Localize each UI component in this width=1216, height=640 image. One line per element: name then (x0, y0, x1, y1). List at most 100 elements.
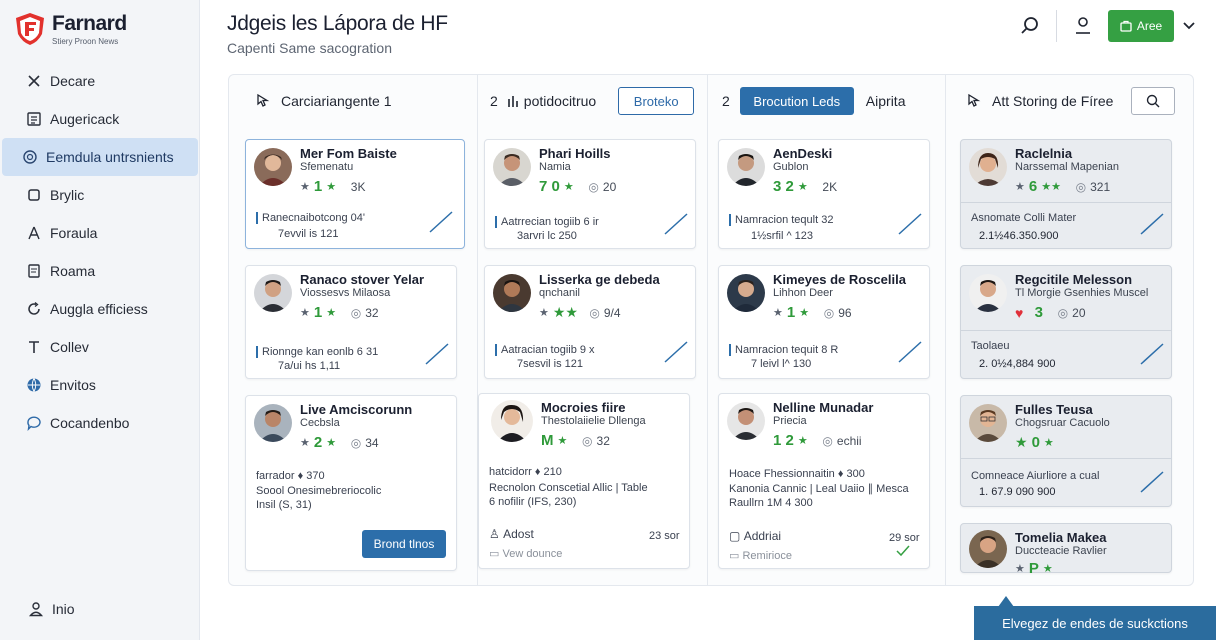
card-action-button[interactable]: Brond tlnos (362, 530, 446, 558)
pointer-icon (257, 93, 270, 107)
check-icon[interactable] (895, 544, 911, 558)
candidate-card[interactable]: Nelline Munadar Priecia 1 2 ★ ◎ echii Hoac… (718, 393, 930, 569)
candidate-role: qnchanil (539, 287, 580, 299)
check-icon[interactable] (424, 342, 450, 366)
sidebar-item-inio[interactable]: Inio (4, 590, 75, 628)
board-column-1: Carciariangente 1 Mer Fom Baiste Sfemena… (229, 75, 477, 585)
card-note: farrador ♦ 370 (256, 470, 325, 482)
sidebar-item-eemdula[interactable]: Eemdula untrsnients (2, 138, 198, 176)
brand-name: Farnard (52, 12, 127, 35)
page-subtitle: Capenti Same sacogration (227, 40, 392, 56)
check-icon[interactable] (1139, 212, 1165, 236)
score: 1 2 (773, 432, 794, 449)
sidebar-item-auggla[interactable]: Auggla efficiess (2, 290, 200, 328)
card-note: Ranecnaibotcong 04' (256, 212, 365, 225)
score: P (1028, 560, 1039, 577)
user-icon[interactable] (1074, 16, 1092, 36)
sidebar-item-decare[interactable]: Decare (2, 62, 200, 100)
card-note: Aatrrecian togiib 6 ir (495, 216, 599, 229)
sidebar-item-cocandenbo[interactable]: Cocandenbo (2, 404, 200, 442)
candidate-card[interactable]: AenDeski Gublon 3 2 ★ 2K Namracion teqult… (718, 139, 930, 249)
board-column-3: 2 Brocution Leds Aiprita AenDeski Gublon… (708, 75, 944, 585)
person-icon (26, 225, 42, 241)
sidebar-item-augericack[interactable]: Augericack (2, 100, 200, 138)
candidate-role: Narssemal Mapenian (1015, 161, 1119, 173)
star-icon: ★ (300, 181, 310, 193)
sidebar-item-label: Inio (52, 601, 75, 617)
card-note: hatcidorr ♦ 210 (489, 466, 562, 478)
column-title: Att Storing de Fíree (992, 93, 1114, 109)
candidate-stats: ★ ★★ ◎ 9/4 (539, 304, 621, 320)
check-icon[interactable] (663, 340, 689, 364)
sidebar-item-label: Eemdula untrsnients (46, 149, 174, 165)
sidebar-item-roama[interactable]: Roama (2, 252, 200, 290)
sidebar-item-label: Envitos (50, 377, 96, 393)
count: 2K (822, 179, 838, 194)
list-icon (26, 111, 42, 127)
score: 2 (313, 434, 323, 451)
score: 6 (1028, 178, 1038, 195)
candidate-stats: 3 2 ★ 2K (773, 178, 838, 195)
candidate-name: AenDeski (773, 146, 833, 161)
count: echii (836, 433, 862, 448)
shield-logo-icon (16, 13, 44, 45)
card-note: Asnomate Colli Mater (971, 212, 1077, 224)
candidate-card[interactable]: Phari Hoills Namia 7 0 ★ ◎ 20 Aatrrecian t… (484, 139, 696, 249)
brand-tagline: Stiery Proon News (52, 37, 119, 46)
candidate-card[interactable]: Tomelia Makea Duccteacie Ravlier ★ P ★ (960, 523, 1172, 577)
column-search-button[interactable] (1131, 87, 1176, 115)
avatar (969, 148, 1007, 186)
card-amount: 2. 0½4,884 900 (979, 358, 1056, 370)
score: 1 (786, 304, 796, 321)
card-note-3: 6 nofilir (IFS, 230) (489, 496, 577, 508)
chevron-down-icon[interactable] (1182, 18, 1196, 32)
sidebar-item-foraula[interactable]: Foraula (2, 214, 200, 252)
candidate-role: Namia (539, 161, 571, 173)
candidate-card[interactable]: Raclelnia Narssemal Mapenian ★ 6 ★★ ◎ 321 A… (960, 139, 1172, 249)
person-icon (28, 601, 44, 617)
header-button-label: Aree (1136, 19, 1163, 33)
candidate-card[interactable]: Lisserka ge debeda qnchanil ★ ★★ ◎ 9/4 Aat… (484, 265, 696, 379)
candidate-card[interactable]: Regcitile Melesson Tl Morgie Gsenhies Mu… (960, 265, 1172, 379)
candidate-card[interactable]: Fulles Teusa Chogsruar Cacuolo ★ 0 ★ Comne… (960, 395, 1172, 507)
candidate-card[interactable]: Mer Fom Baiste Sfemenatu ★ 1 ★ 3K Ranecnai… (245, 139, 465, 249)
sidebar-item-label: Decare (50, 73, 96, 89)
avatar (491, 400, 533, 442)
card-note: Taolaeu (971, 340, 1010, 352)
count: 96 (838, 305, 852, 320)
cross-icon (26, 73, 42, 89)
score: 1 (313, 304, 323, 321)
sidebar-item-envitos[interactable]: Envitos (2, 366, 200, 404)
candidate-card[interactable]: Mocroies fiire Thestolaiielie Dllenga M ★… (478, 393, 690, 569)
check-icon[interactable] (1139, 470, 1165, 494)
card-amount: 1. 67.9 090 900 (979, 486, 1056, 498)
card-divider (961, 458, 1171, 459)
avatar (727, 402, 765, 440)
sidebar-item-brylic[interactable]: Brylic (2, 176, 200, 214)
document-icon (26, 263, 42, 279)
candidate-card[interactable]: Ranaco stover Yelar Viossesvs Milaosa ★ 1… (245, 265, 457, 379)
search-icon (1147, 94, 1160, 108)
check-icon[interactable] (1139, 342, 1165, 366)
candidate-role: Priecia (773, 415, 807, 427)
card-note: Comneace Aiurliore a cual (971, 470, 1100, 482)
column-action-button[interactable]: Broteko (618, 87, 695, 115)
column-action-button[interactable]: Brocution Leds (739, 87, 854, 115)
notification-toast[interactable]: Elvegez de endes de suckctions (974, 606, 1216, 640)
card-note: Namracion tequit 8 R (729, 344, 838, 357)
board-column-4: Att Storing de Fíree Raclelnia Narssemal… (946, 75, 1194, 585)
card-note-2: 3arvri lc 250 (517, 230, 577, 242)
check-icon[interactable] (663, 212, 689, 236)
sidebar-item-collev[interactable]: Collev (2, 328, 200, 366)
check-icon[interactable] (428, 210, 454, 234)
check-icon[interactable] (897, 212, 923, 236)
check-icon[interactable] (897, 340, 923, 364)
card-note-2: 7evvil is 121 (278, 228, 339, 240)
candidate-card[interactable]: Live Amciscorunn Cecbsla ★ 2 ★ ◎ 34 farrado… (245, 395, 457, 571)
candidate-name: Live Amciscorunn (300, 402, 413, 417)
header-primary-button[interactable]: Aree (1108, 10, 1174, 42)
brand[interactable]: Farnard Stiery Proon News (0, 0, 199, 60)
card-footer-row-2: ▭ Vew dounce (489, 548, 562, 561)
search-icon[interactable] (1020, 16, 1040, 36)
candidate-card[interactable]: Kimeyes de Roscelila Lihhon Deer ★ 1 ★ ◎ 96… (718, 265, 930, 379)
